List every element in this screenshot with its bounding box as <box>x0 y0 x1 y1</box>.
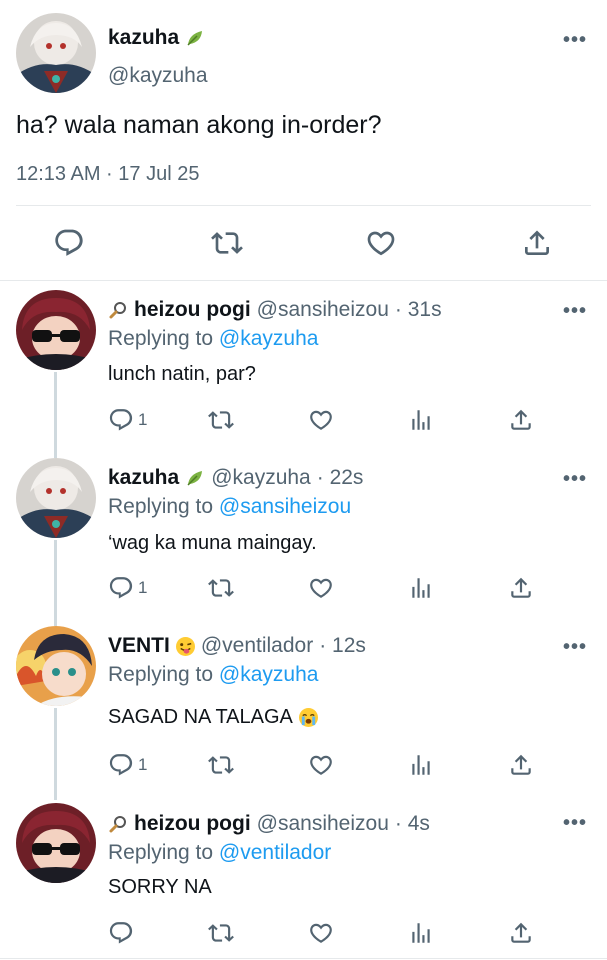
handle[interactable]: @kayzuha <box>108 64 208 88</box>
avatar-kazuha-image <box>16 458 96 538</box>
retweet-icon[interactable] <box>208 407 234 433</box>
views-icon[interactable] <box>408 407 434 433</box>
winking-tongue-emoji-icon <box>175 636 195 656</box>
retweet-icon[interactable] <box>208 920 234 946</box>
replying-to: Replying to @sansiheizou <box>108 495 351 519</box>
thread-line <box>54 372 57 458</box>
replying-to: Replying to @kayzuha <box>108 327 318 351</box>
main-tweet-author: kazuha <box>108 26 205 50</box>
reply-text: SORRY NA <box>108 876 212 898</box>
like-icon[interactable] <box>308 920 334 946</box>
reply-button[interactable]: 1 <box>108 407 147 433</box>
divider <box>16 205 591 206</box>
retweet-icon[interactable] <box>211 227 243 264</box>
like-icon[interactable] <box>308 752 334 778</box>
handle[interactable]: @sansiheizou <box>257 298 389 322</box>
avatar-kazuha-image <box>16 13 96 93</box>
tweet-timestamp[interactable]: 12:13 AM · 17 Jul 25 <box>16 163 199 186</box>
share-icon[interactable] <box>508 575 534 601</box>
replying-to: Replying to @kayzuha <box>108 663 318 687</box>
tweet-text: ha? wala naman akong in-order? <box>16 111 382 139</box>
thread-line <box>54 540 57 626</box>
views-icon[interactable] <box>408 752 434 778</box>
share-icon[interactable] <box>521 227 553 264</box>
reply-button[interactable] <box>108 920 134 946</box>
reply-text: lunch natin, par? <box>108 363 256 385</box>
reply-author: VENTI @ventilador · 12s <box>108 634 366 658</box>
views-icon[interactable] <box>408 575 434 601</box>
replying-to-label: Replying to <box>108 495 214 518</box>
reply-author: heizou pogi @sansiheizou · 31s <box>108 298 442 322</box>
relative-time[interactable]: · 4s <box>395 812 430 836</box>
relative-time[interactable]: · 12s <box>319 634 366 658</box>
reply-text-row: SAGAD NA TALAGA <box>108 706 318 729</box>
reply-icon <box>108 575 134 601</box>
reply-icon <box>108 407 134 433</box>
avatar[interactable] <box>16 290 96 370</box>
reply-text: ‘wag ka muna maingay. <box>108 532 317 554</box>
display-name[interactable]: VENTI <box>108 634 170 658</box>
display-name[interactable]: heizou pogi <box>134 298 251 322</box>
share-icon[interactable] <box>508 920 534 946</box>
display-name[interactable]: heizou pogi <box>134 812 251 836</box>
reply-icon[interactable] <box>53 227 85 264</box>
avatar[interactable] <box>16 803 96 883</box>
reply-count: 1 <box>138 578 148 597</box>
magnifier-emoji-icon <box>109 816 126 833</box>
like-icon[interactable] <box>365 227 397 264</box>
magnifier-emoji-icon <box>109 302 126 319</box>
display-name[interactable]: kazuha <box>108 466 179 490</box>
retweet-icon[interactable] <box>208 752 234 778</box>
like-icon[interactable] <box>308 407 334 433</box>
divider <box>0 958 607 959</box>
reply-author: heizou pogi @sansiheizou · 4s <box>108 812 430 836</box>
views-icon[interactable] <box>408 920 434 946</box>
leaf-emoji-icon <box>187 471 203 486</box>
reply-count: 1 <box>138 755 148 774</box>
handle[interactable]: @kayzuha <box>211 466 311 490</box>
more-options-icon[interactable]: ••• <box>563 813 587 833</box>
retweet-icon[interactable] <box>208 575 234 601</box>
reply-text: SAGAD NA TALAGA <box>108 706 293 728</box>
replying-to-label: Replying to <box>108 663 214 686</box>
avatar[interactable] <box>16 13 96 93</box>
more-options-icon[interactable]: ••• <box>563 469 587 489</box>
replying-to-handle[interactable]: @ventilador <box>219 841 331 864</box>
reply-button[interactable]: 1 <box>108 575 147 601</box>
replying-to-handle[interactable]: @kayzuha <box>219 663 319 686</box>
thread-line <box>54 708 57 800</box>
handle[interactable]: @ventilador <box>201 634 313 658</box>
relative-time[interactable]: · 31s <box>395 298 442 322</box>
loudly-crying-emoji-icon <box>298 708 318 727</box>
like-icon[interactable] <box>308 575 334 601</box>
avatar-venti-image <box>16 626 96 706</box>
share-icon[interactable] <box>508 752 534 778</box>
reply-icon <box>108 920 134 946</box>
display-name[interactable]: kazuha <box>108 26 179 50</box>
replying-to-handle[interactable]: @sansiheizou <box>219 495 351 518</box>
more-options-icon[interactable]: ••• <box>563 637 587 657</box>
reply-count: 1 <box>138 410 148 429</box>
divider <box>0 280 607 281</box>
share-icon[interactable] <box>508 407 534 433</box>
replying-to: Replying to @ventilador <box>108 841 331 865</box>
avatar[interactable] <box>16 626 96 706</box>
more-options-icon[interactable]: ••• <box>563 301 587 321</box>
more-options-icon[interactable]: ••• <box>563 30 587 50</box>
avatar-heizou-image <box>16 290 96 370</box>
replying-to-handle[interactable]: @kayzuha <box>219 327 319 350</box>
reply-button[interactable]: 1 <box>108 752 147 778</box>
reply-author: kazuha @kayzuha · 22s <box>108 466 363 490</box>
replying-to-label: Replying to <box>108 327 214 350</box>
relative-time[interactable]: · 22s <box>317 466 364 490</box>
leaf-emoji-icon <box>187 31 203 46</box>
reply-icon <box>108 752 134 778</box>
replying-to-label: Replying to <box>108 841 214 864</box>
handle[interactable]: @sansiheizou <box>257 812 389 836</box>
avatar[interactable] <box>16 458 96 538</box>
avatar-heizou-image <box>16 803 96 883</box>
